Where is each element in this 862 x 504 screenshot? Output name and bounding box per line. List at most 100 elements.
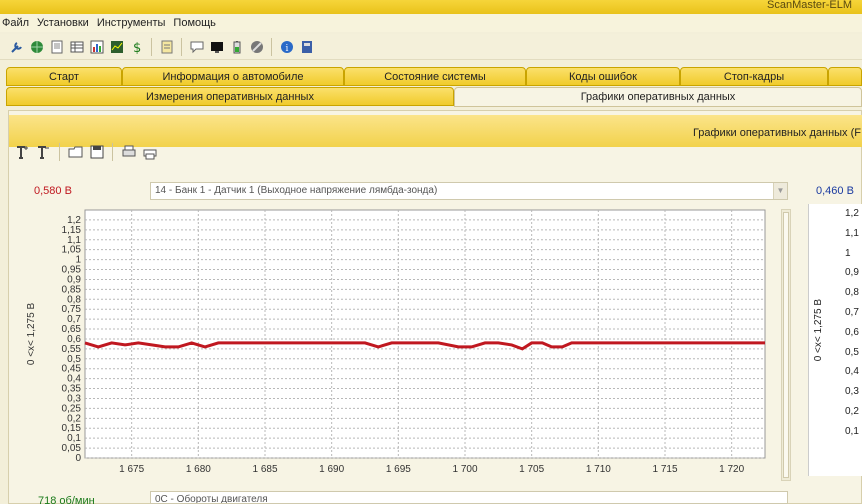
document-icon[interactable] [48, 38, 65, 56]
y-tick-label: 0,1 [67, 433, 81, 444]
menu-bar: Файл Установки Инструменты Помощь [0, 14, 862, 32]
bar-chart-icon[interactable] [88, 38, 105, 56]
book-icon[interactable] [298, 38, 315, 56]
graph2-tick-label: 0,2 [845, 406, 859, 417]
title-bar: ScanMaster-ELM [0, 0, 862, 14]
y-tick-label: 0,25 [62, 403, 82, 414]
y-tick-label: 0 [75, 453, 81, 464]
tab-freeze-frames[interactable]: Стоп-кадры [680, 67, 828, 86]
y-tick-label: 0,95 [62, 265, 82, 276]
graph2-tick-label: 0,8 [845, 287, 859, 299]
tab-error-codes[interactable]: Коды ошибок [526, 67, 680, 86]
y-tick-label: 0,4 [67, 374, 81, 385]
y-axis-label: 0 <x< 1,275 В [26, 303, 37, 366]
y-tick-label: 0,6 [67, 334, 81, 345]
toolbar-separator [59, 143, 60, 161]
x-tick-label: 1 710 [586, 464, 611, 475]
tab-live-measurements[interactable]: Измерения оперативных данных [6, 87, 454, 106]
toolbar-separator [151, 37, 152, 56]
y-tick-label: 0,8 [67, 294, 81, 305]
add-sensor-icon[interactable] [14, 143, 31, 161]
graph1-current-value: 0,580 В [34, 185, 72, 197]
x-tick-label: 1 675 [119, 464, 144, 475]
menu-file[interactable]: Файл [0, 17, 35, 29]
y-tick-label: 0,35 [62, 384, 82, 395]
tab-system-status[interactable]: Состояние системы [344, 67, 526, 86]
tab-live-graphs[interactable]: Графики оперативных данных [454, 87, 862, 107]
tab-row-live-data: Измерения оперативных данных Графики опе… [0, 87, 862, 107]
open-icon[interactable] [67, 143, 84, 161]
globe-icon[interactable] [28, 38, 45, 56]
scrollbar-thumb[interactable] [783, 212, 789, 478]
x-tick-label: 1 695 [386, 464, 411, 475]
info-icon[interactable]: i [278, 38, 295, 56]
toolbar-separator [271, 37, 272, 56]
y-tick-label: 1,05 [62, 245, 82, 256]
graph1-sensor-select[interactable]: 14 - Банк 1 - Датчик 1 (Выходное напряже… [150, 182, 788, 200]
x-tick-label: 1 685 [252, 464, 277, 475]
svg-text:i: i [285, 44, 288, 54]
graph2-tick-label: 0,9 [845, 267, 859, 279]
graph2-tick-label: 1,2 [845, 208, 859, 219]
x-tick-labels: 1 675 1 680 1 685 1 690 1 695 1 700 1 705 1 710… [119, 464, 744, 475]
y-tick-label: 0,2 [67, 413, 81, 424]
monitor-icon[interactable] [208, 38, 225, 56]
tab-row-main: Старт Информация о автомобиле Состояние … [0, 67, 862, 87]
dollar-icon[interactable]: $ [128, 38, 145, 56]
graph2-y-axis-label: 0 <x< 1,275 В [813, 299, 824, 362]
y-tick-label: 0,45 [62, 364, 82, 375]
graph-toolbar [8, 140, 158, 164]
graph1-sensor-name: 14 - Банк 1 - Датчик 1 (Выходное напряже… [155, 185, 438, 196]
x-tick-label: 1 690 [319, 464, 344, 475]
chart-icon[interactable] [108, 38, 125, 56]
main-toolbar: $ i [0, 34, 862, 60]
wrench-icon[interactable] [8, 38, 25, 56]
y-tick-label: 0,3 [67, 393, 81, 404]
tab-start[interactable]: Старт [6, 67, 122, 86]
y-tick-label: 0,85 [62, 284, 82, 295]
y-tick-label: 1,15 [62, 225, 82, 236]
graph2-tick-label: 0,5 [845, 346, 859, 358]
y-tick-label: 1,2 [67, 215, 81, 226]
stop-icon[interactable] [248, 38, 265, 56]
battery-icon[interactable] [228, 38, 245, 56]
chat-icon[interactable] [188, 38, 205, 56]
tab-vehicle-info[interactable]: Информация о автомобиле [122, 67, 344, 86]
chevron-down-icon[interactable]: ▼ [773, 183, 787, 199]
notepad-icon[interactable] [158, 38, 175, 56]
x-tick-label: 1 700 [452, 464, 477, 475]
toolbar-separator [112, 143, 113, 161]
graph3-sensor-select[interactable]: 0C - Обороты двигателя [150, 491, 788, 504]
y-tick-label: 0,9 [67, 274, 81, 285]
graph1-scrollbar[interactable] [781, 209, 791, 481]
menu-tools[interactable]: Инструменты [95, 17, 172, 29]
print-icon[interactable] [141, 143, 158, 161]
graph2-tick-label: 0,6 [845, 326, 859, 338]
y-tick-label: 1 [75, 255, 81, 266]
graph2-panel: 0,460 В 0 <x< 1,275 В 1,2 1,1 1 0,9 0,8 0,7 0,… [808, 180, 862, 490]
plot-area [84, 209, 766, 459]
x-tick-label: 1 705 [519, 464, 544, 475]
x-tick-label: 1 720 [719, 464, 744, 475]
graph2-tick-label: 1,1 [845, 227, 859, 239]
table-icon[interactable] [68, 38, 85, 56]
menu-help[interactable]: Помощь [171, 17, 222, 29]
y-tick-label: 0,55 [62, 344, 82, 355]
graph3-current-value: 718 об/мин [38, 495, 95, 504]
y-tick-labels: 00,050,10,150,20,250,30,350,40,450,50,55… [62, 215, 82, 464]
graph2-current-value: 0,460 В [816, 185, 854, 197]
x-tick-label: 1 715 [652, 464, 677, 475]
graph2-tick-label: 0,3 [845, 386, 859, 398]
remove-sensor-icon[interactable] [35, 143, 52, 161]
graph2-tick-label: 0,1 [845, 425, 859, 437]
save-icon[interactable] [88, 143, 105, 161]
print-preview-icon[interactable] [120, 143, 137, 161]
y-tick-label: 0,65 [62, 324, 82, 335]
x-tick-label: 1 680 [186, 464, 211, 475]
menu-settings[interactable]: Установки [35, 17, 95, 29]
y-tick-label: 0,75 [62, 304, 82, 315]
tab-more[interactable] [828, 67, 862, 86]
panel-title: Графики оперативных данных (F [692, 127, 861, 139]
graph2-tick-label: 0,4 [845, 366, 859, 378]
y-tick-label: 0,5 [67, 354, 81, 365]
